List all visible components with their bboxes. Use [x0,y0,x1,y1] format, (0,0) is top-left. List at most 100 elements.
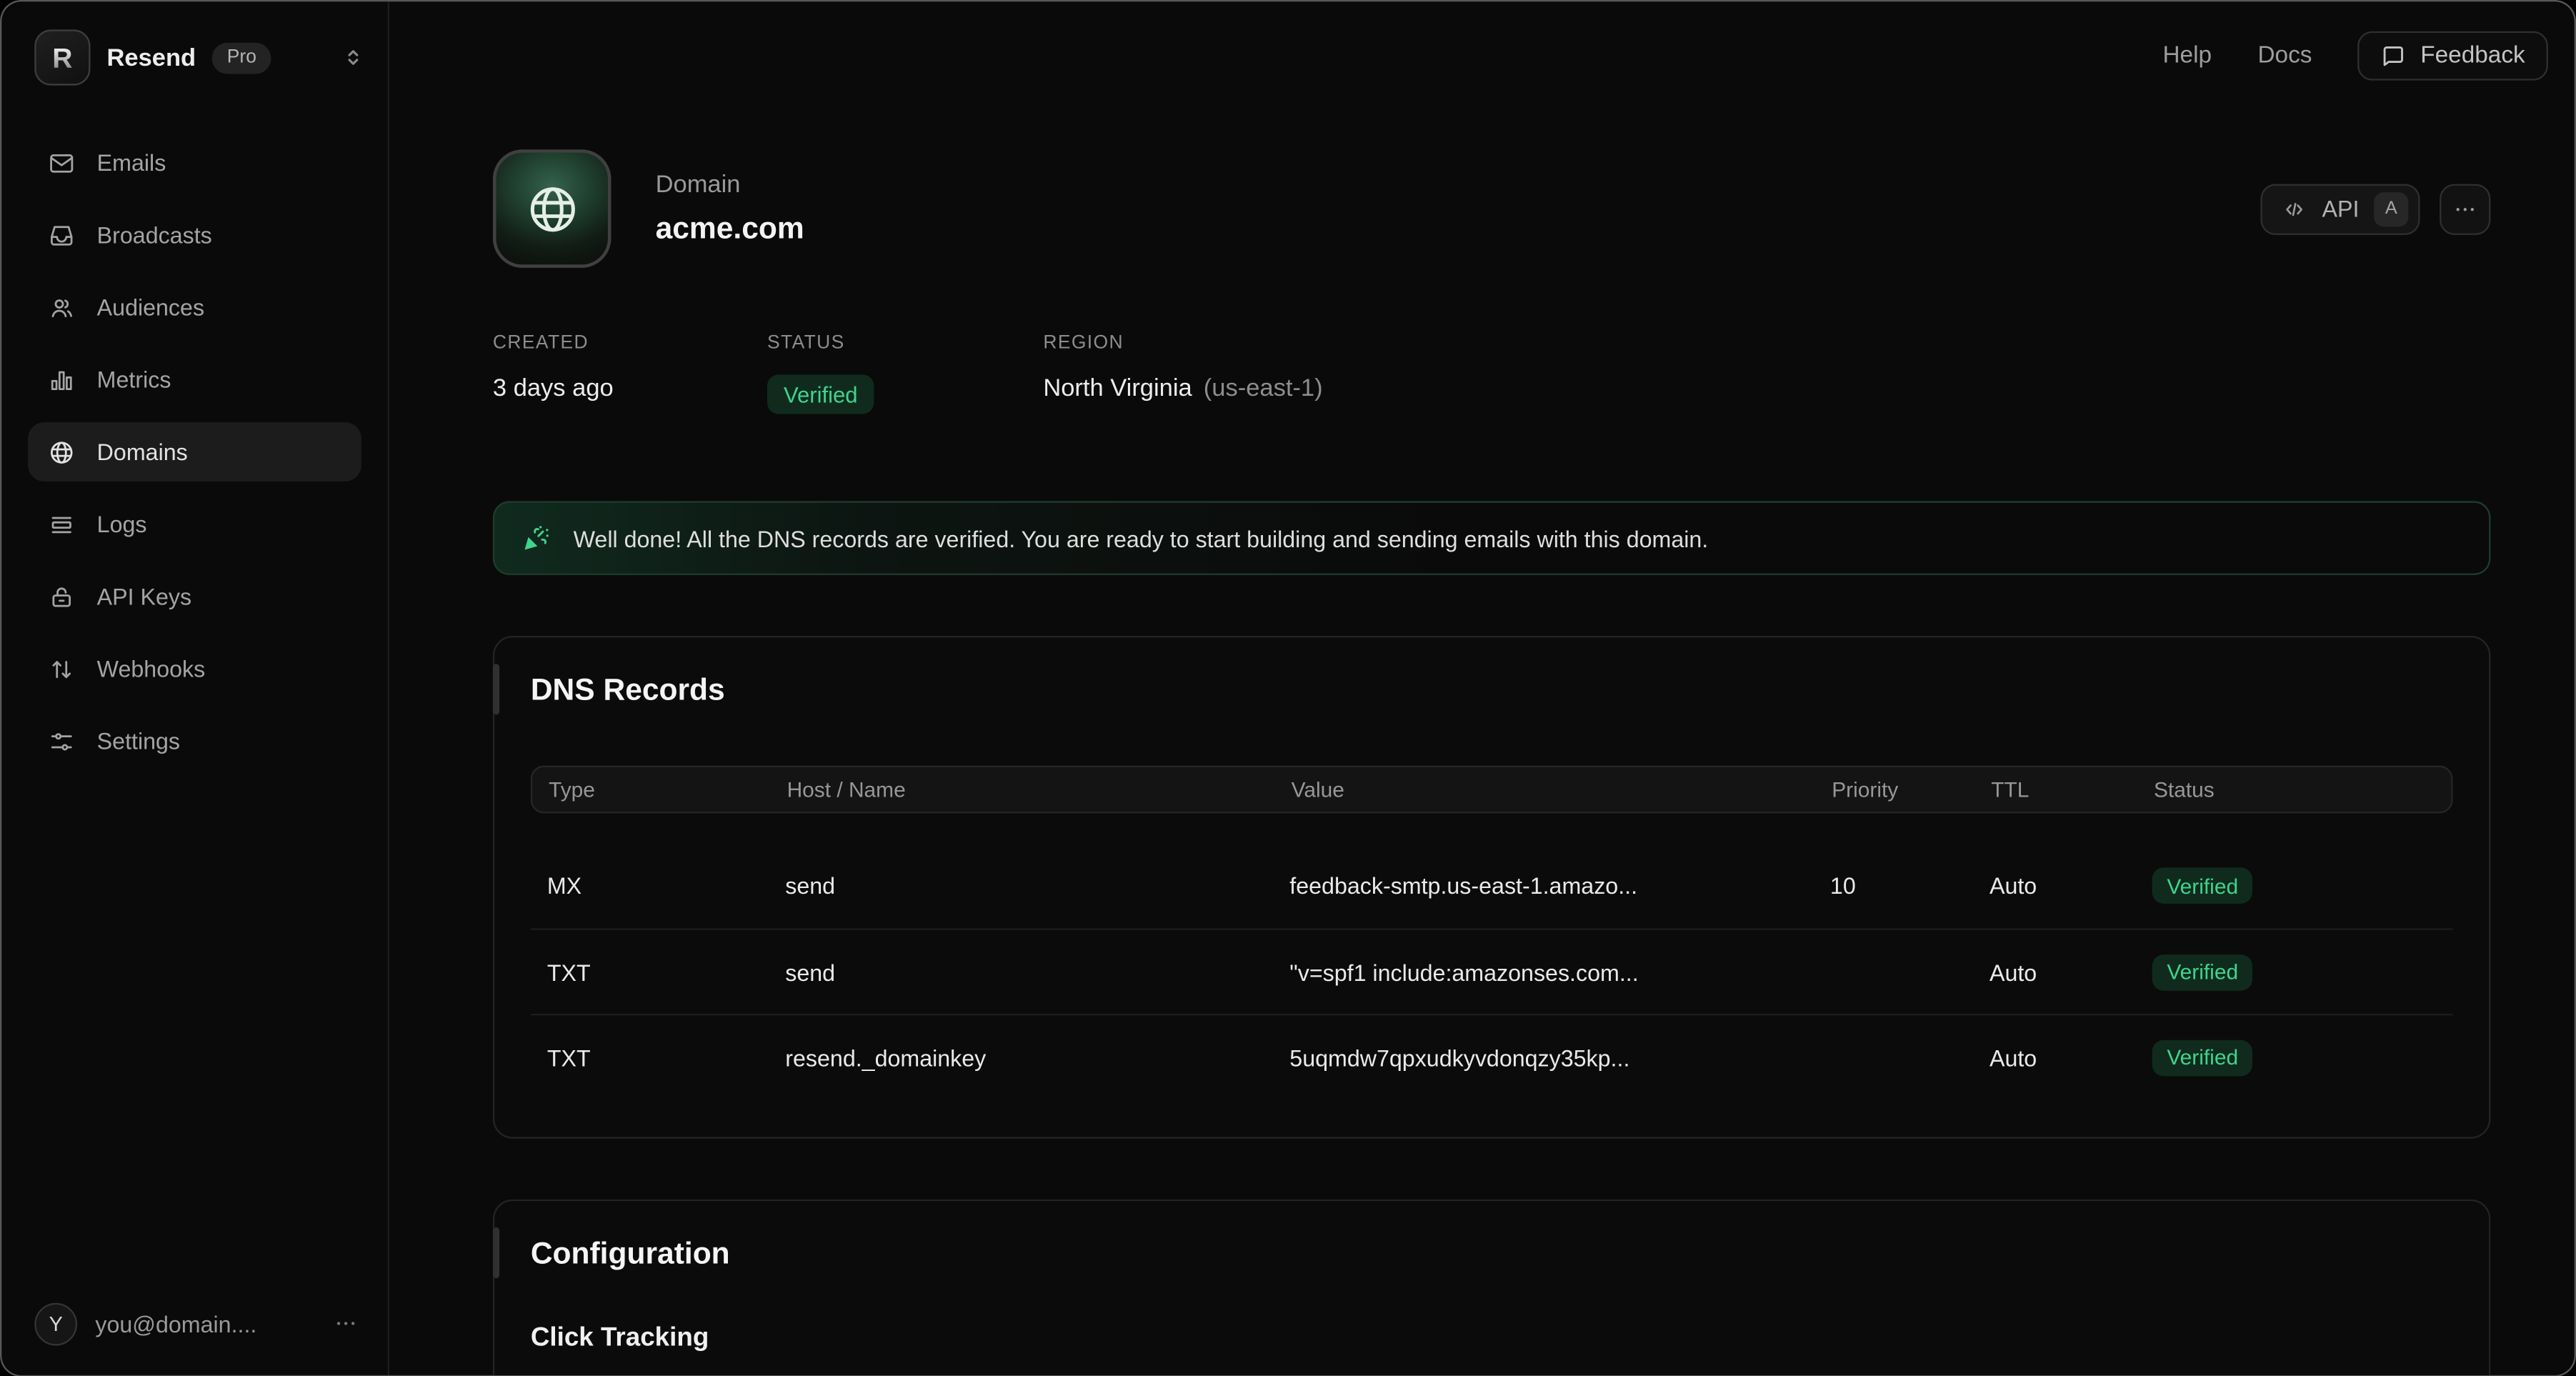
message-square-icon [2381,44,2405,68]
table-row: TXT resend._domainkey 5uqmdw7qpxudkyvdon… [531,1014,2453,1100]
stat-value: 3 days ago [493,374,767,402]
status-badge: Verified [2152,1040,2253,1076]
sidebar-item-broadcasts[interactable]: Broadcasts [28,205,361,264]
sidebar-item-label: Webhooks [97,656,206,682]
workspace-switcher[interactable]: R Resend Pro [1,28,387,87]
sidebar: R Resend Pro Emails [1,1,389,1375]
user-email: you@domain.... [95,1310,256,1337]
avatar: Y [34,1302,77,1345]
sidebar-item-webhooks[interactable]: Webhooks [28,639,361,699]
status-badge: Verified [2152,954,2253,990]
cell-ttl: Auto [1990,1044,2152,1070]
feedback-button[interactable]: Feedback [2358,31,2548,81]
lock-icon [48,582,76,610]
api-button[interactable]: API A [2261,183,2420,234]
sidebar-item-metrics[interactable]: Metrics [28,350,361,409]
sidebar-item-api-keys[interactable]: API Keys [28,567,361,626]
sidebar-item-domains[interactable]: Domains [28,422,361,482]
domain-label: Domain [656,171,804,199]
resend-logo-letter: R [52,44,72,71]
cell-status: Verified [2152,867,2453,904]
globe-icon [523,180,580,237]
column-header-priority: Priority [1832,777,1991,802]
success-banner: Well done! All the DNS records are verif… [493,501,2490,574]
cell-priority: 10 [1830,872,1990,899]
globe-icon [48,438,76,466]
page-title: acme.com [656,210,804,246]
configuration-card: Configuration Click Tracking [493,1200,2490,1376]
sidebar-item-label: Audiences [97,294,204,321]
mail-icon [48,149,76,176]
column-header-ttl: TTL [1991,777,2154,802]
sidebar-item-label: Metrics [97,367,171,393]
table-header: Type Host / Name Value Priority TTL Stat… [531,766,2453,814]
cell-ttl: Auto [1990,959,2152,985]
region-name: North Virginia [1043,374,1192,402]
keyboard-shortcut-badge: A [2374,191,2408,226]
user-menu[interactable]: Y you@domain.... [1,1302,387,1345]
section-title-dns-records: DNS Records [531,672,2453,709]
stat-status: STATUS Verified [767,334,1043,414]
stat-label: STATUS [767,334,1043,354]
sidebar-item-audiences[interactable]: Audiences [28,278,361,337]
workspace-name: Resend [106,44,196,71]
ellipsis-icon [2453,196,2477,221]
sidebar-item-settings[interactable]: Settings [28,712,361,771]
sidebar-item-label: Emails [97,149,166,176]
docs-link[interactable]: Docs [2257,43,2312,69]
dns-records-table: Type Host / Name Value Priority TTL Stat… [531,766,2453,1100]
ellipsis-icon[interactable] [334,1311,358,1335]
chevrons-up-down-icon [341,46,364,69]
plan-badge: Pro [212,42,271,74]
app-window: R Resend Pro Emails [0,0,2576,1376]
cell-type: MX [547,872,785,899]
cell-type: TXT [547,959,785,985]
cell-host: send [785,872,1289,899]
region-code: (us-east-1) [1204,374,1323,402]
stat-created: CREATED 3 days ago [493,334,767,414]
table-row: MX send feedback-smtp.us-east-1.amazo...… [531,843,2453,929]
users-icon [48,294,76,321]
header-actions: API A [2261,183,2490,234]
stat-region: REGION North Virginia (us-east-1) [1043,334,1322,414]
cell-host: resend._domainkey [785,1044,1289,1070]
domain-page: Domain acme.com API A [389,81,2575,1376]
domain-globe-tile [493,149,611,268]
cell-status: Verified [2152,954,2453,990]
column-header-value: Value [1292,777,1832,802]
stat-label: CREATED [493,334,767,354]
cell-status: Verified [2152,1040,2453,1076]
cell-value: feedback-smtp.us-east-1.amazo... [1289,872,1830,899]
sidebar-item-label: Settings [97,728,180,754]
sidebar-item-label: Domains [97,439,188,465]
main-content: Help Docs Feedback [389,1,2575,1375]
more-options-button[interactable] [2440,183,2490,234]
card-accent-bar [493,1227,499,1278]
cell-value: 5uqmdw7qpxudkyvdonqzy35kp... [1289,1044,1830,1070]
arrow-up-down-icon [48,654,76,682]
feedback-label: Feedback [2420,43,2525,69]
stat-value: North Virginia (us-east-1) [1043,374,1322,402]
status-badge: Verified [2152,867,2253,904]
section-title-configuration: Configuration [531,1235,2453,1272]
sidebar-item-emails[interactable]: Emails [28,133,361,192]
table-row: TXT send "v=spf1 include:amazonses.com..… [531,928,2453,1014]
resend-logo: R [34,29,90,85]
cell-type: TXT [547,1044,785,1070]
sidebar-item-logs[interactable]: Logs [28,494,361,554]
stat-label: REGION [1043,334,1322,354]
column-header-status: Status [2154,777,2451,802]
party-popper-icon [521,522,552,554]
sidebar-item-label: Broadcasts [97,221,212,248]
domain-stats: CREATED 3 days ago STATUS Verified REGIO… [493,334,2490,414]
table-body: MX send feedback-smtp.us-east-1.amazo...… [531,843,2453,1100]
status-badge: Verified [767,374,874,414]
help-link[interactable]: Help [2162,43,2212,69]
sidebar-nav: Emails Broadcasts [1,133,387,770]
code-icon [2282,196,2307,221]
card-accent-bar [493,664,499,714]
sliders-icon [48,727,76,755]
scaled-viewport: R Resend Pro Emails [0,0,2576,1376]
rows-icon [48,510,76,538]
topbar: Help Docs Feedback [389,1,2575,80]
